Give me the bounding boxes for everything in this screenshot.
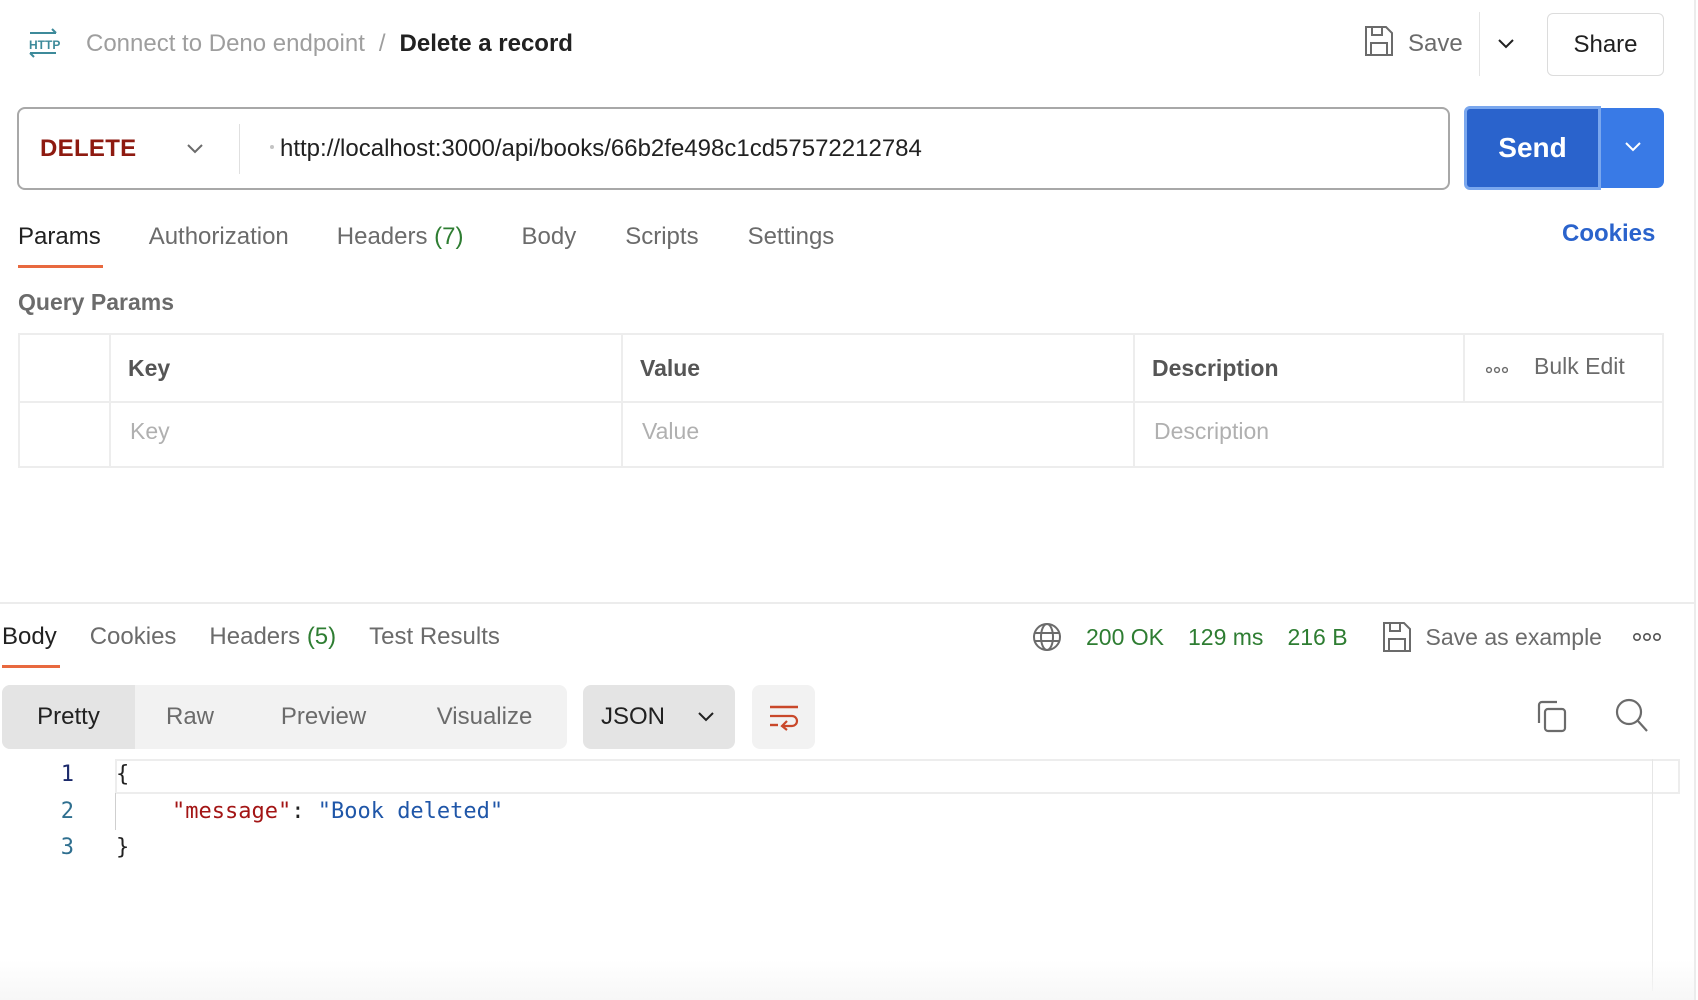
breadcrumb-separator: / [378,30,386,57]
headers-count: (7) [434,223,464,250]
url-input[interactable] [280,124,1430,174]
view-preview[interactable]: Preview [245,685,402,749]
http-icon: HTTP [26,28,62,60]
send-options-button[interactable] [1601,108,1664,188]
bulk-edit-label: Bulk Edit [1534,353,1625,379]
tab-body[interactable]: Body [522,223,577,251]
code-line: { [116,762,130,787]
response-tabs: Body Cookies Headers (5) Test Results [2,619,500,655]
code-line: } [116,835,130,860]
cookies-link[interactable]: Cookies [1562,220,1655,248]
response-active-tab-indicator [2,665,60,668]
format-label: JSON [600,703,665,730]
view-pretty[interactable]: Pretty [2,685,135,749]
column-divider [621,335,623,466]
save-options-chevron-icon[interactable] [1494,30,1518,58]
method-divider [239,124,240,174]
table-divider [20,401,1662,403]
send-button[interactable]: Send [1464,106,1601,190]
status-code[interactable]: 200 OK [1086,624,1164,651]
panel-border [1694,0,1696,1000]
line-number: 1 [60,762,74,787]
editor-scrollbar[interactable] [1652,759,1653,991]
view-mode-segmented-control: Pretty Raw Preview Visualize [2,685,567,749]
response-tab-test-results[interactable]: Test Results [369,623,500,651]
response-tab-headers[interactable]: Headers (5) [209,623,336,651]
globe-icon[interactable] [1032,622,1062,652]
chevron-down-icon [1621,134,1645,163]
line-number: 3 [60,835,74,860]
response-tab-body[interactable]: Body [2,623,57,651]
method-chevron-down-icon[interactable] [182,136,208,162]
wrap-lines-button[interactable] [752,685,815,749]
json-colon: : [291,799,318,824]
response-size[interactable]: 216 B [1287,624,1347,651]
tab-authorization[interactable]: Authorization [149,223,289,251]
code-line: "message": "Book deleted" [172,799,503,824]
breadcrumb: Connect to Deno endpoint / Delete a reco… [86,28,573,60]
tab-settings[interactable]: Settings [748,223,835,251]
save-divider [1479,12,1480,76]
active-line-highlight [115,759,1680,794]
column-header-description: Description [1152,355,1279,381]
save-icon [1364,25,1394,64]
bottom-fade [0,960,1694,1000]
wrap-lines-icon [769,703,799,731]
save-button[interactable]: Save [1364,22,1463,66]
tab-params[interactable]: Params [18,223,101,251]
share-button[interactable]: Share [1547,13,1664,76]
tab-headers[interactable]: Headers (7) [337,223,464,251]
description-input[interactable]: Description [1154,418,1269,445]
column-header-key: Key [128,355,171,381]
line-number: 2 [60,799,74,824]
column-divider [1133,335,1135,466]
chevron-down-icon [695,706,717,728]
save-icon [1382,621,1412,653]
column-divider [1463,335,1465,401]
save-label: Save [1408,30,1463,57]
active-tab-indicator [18,265,103,268]
tab-headers-label: Headers [336,223,428,250]
view-raw[interactable]: Raw [135,685,245,749]
column-divider [109,335,111,466]
view-visualize[interactable]: Visualize [402,685,567,749]
breadcrumb-collection[interactable]: Connect to Deno endpoint [86,30,365,58]
save-as-example-button[interactable]: Save as example [1382,621,1602,653]
svg-text:HTTP: HTTP [29,38,60,52]
tab-scripts[interactable]: Scripts [625,223,698,251]
url-indicator-dot [270,145,274,149]
key-input[interactable]: Key [130,418,170,445]
request-tabs: Params Authorization Headers (7) Body Sc… [18,218,834,256]
query-params-title: Query Params [18,289,174,315]
response-headers-label: Headers [209,623,301,650]
query-params-table: Key Value Description Bulk Edit Key Valu… [18,333,1664,468]
response-meta: 200 OK 129 ms 216 B Save as example [1032,618,1662,656]
copy-icon[interactable] [1535,699,1569,735]
bulk-edit-button[interactable]: Bulk Edit [1485,353,1625,380]
json-key: "message" [172,799,292,824]
search-icon[interactable] [1614,697,1650,735]
more-options-icon[interactable] [1632,632,1662,642]
value-input[interactable]: Value [642,418,699,445]
response-time[interactable]: 129 ms [1188,624,1263,651]
response-pane-divider[interactable] [0,602,1694,604]
column-header-value: Value [640,355,701,381]
save-as-example-label: Save as example [1425,623,1602,650]
response-headers-count: (5) [306,623,337,650]
response-tab-cookies[interactable]: Cookies [90,623,177,651]
method-selector[interactable]: DELETE [40,124,136,174]
format-dropdown[interactable]: JSON [583,685,735,749]
indent-guide [115,793,116,830]
more-options-icon [1485,353,1509,380]
json-string-value: "Book deleted" [317,799,504,824]
request-name[interactable]: Delete a record [400,30,573,58]
